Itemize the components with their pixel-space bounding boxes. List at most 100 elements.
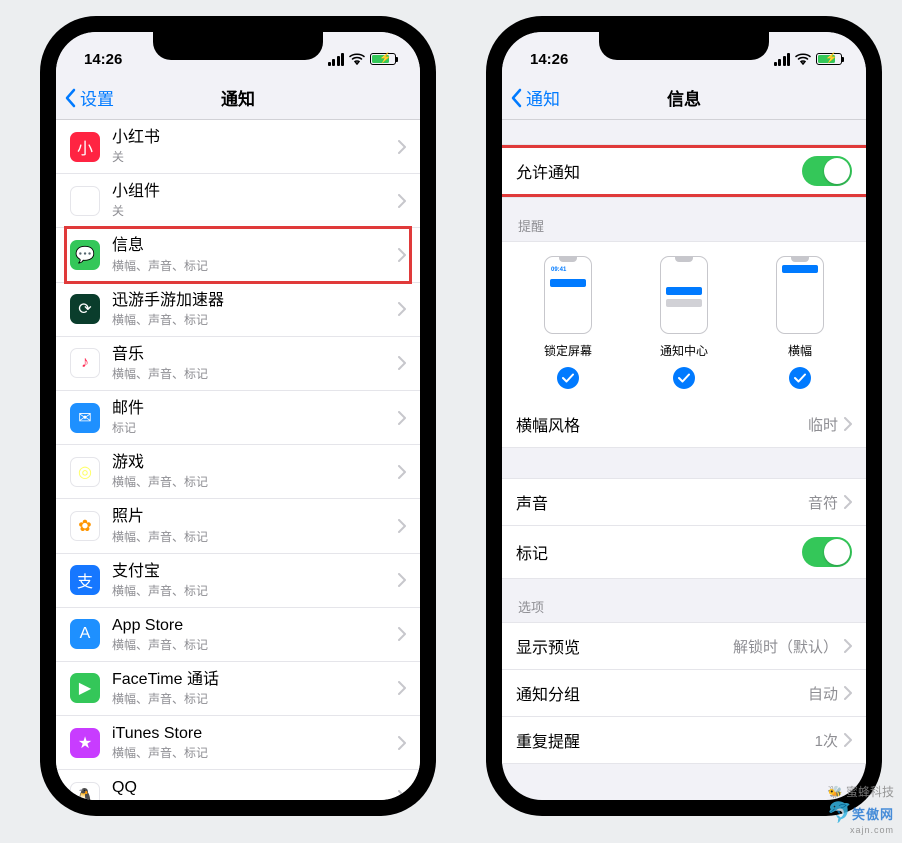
chevron-right-icon [398, 790, 406, 800]
app-notification-row[interactable]: ◎游戏横幅、声音、标记 [56, 445, 420, 499]
chevron-right-icon [844, 733, 852, 747]
app-notification-row[interactable]: ⟳迅游手游加速器横幅、声音、标记 [56, 283, 420, 337]
app-notification-summary: 标记 [112, 419, 392, 436]
repeat-alerts-value: 1次 [815, 730, 838, 751]
chevron-right-icon [844, 639, 852, 653]
phone-frame-left: 14:26 ⚡ 设置 通知 小小红书关▥小组件关💬信息横幅、声音、标记⟳迅游手游… [40, 16, 436, 816]
banner-style-label: 横幅风格 [516, 412, 808, 436]
messages-notification-settings[interactable]: 允许通知 提醒 09:41 锁定屏幕 [502, 120, 866, 800]
xunyou-icon: ⟳ [70, 294, 100, 324]
chevron-right-icon [398, 627, 406, 641]
nav-bar: 设置 通知 [56, 76, 420, 120]
alipay-icon: 支 [70, 565, 100, 595]
app-notification-summary: 横幅、声音、标记 [112, 582, 392, 599]
notch [599, 32, 769, 60]
app-notification-row[interactable]: ♪音乐横幅、声音、标记 [56, 337, 420, 391]
chevron-right-icon [398, 411, 406, 425]
chevron-right-icon [844, 686, 852, 700]
back-button[interactable]: 通知 [510, 76, 560, 119]
options-section-header: 选项 [502, 579, 866, 622]
app-notification-row[interactable]: ✉ 邮件标记 [56, 391, 420, 445]
watermark: 🐝 蜜蜂科技 🐬笑傲网 xajn.com [827, 783, 894, 835]
screen-left: 14:26 ⚡ 设置 通知 小小红书关▥小组件关💬信息横幅、声音、标记⟳迅游手游… [56, 32, 420, 800]
check-icon [789, 367, 811, 389]
app-notification-row[interactable]: 小小红书关 [56, 120, 420, 174]
app-notification-row[interactable]: 支支付宝横幅、声音、标记 [56, 554, 420, 608]
app-notification-summary: 关 [112, 202, 392, 219]
app-notification-row[interactable]: A App Store横幅、声音、标记 [56, 608, 420, 662]
app-name: 照片 [112, 507, 392, 526]
messages-icon: 💬 [70, 240, 100, 270]
notch [153, 32, 323, 60]
alert-label: 通知中心 [660, 342, 708, 359]
chevron-right-icon [844, 417, 852, 431]
notification-center-mock-icon [660, 256, 708, 334]
app-notification-row[interactable]: 💬信息横幅、声音、标记 [56, 228, 420, 282]
lockscreen-mock-icon: 09:41 [544, 256, 592, 334]
app-notification-summary: 横幅、声音、标记 [112, 636, 392, 653]
app-notification-row[interactable]: ▥ 小组件关 [56, 174, 420, 228]
page-title: 信息 [667, 85, 701, 110]
app-notification-summary: 横幅、声音、标记 [112, 311, 392, 328]
nav-bar: 通知 信息 [502, 76, 866, 120]
banner-style-value: 临时 [808, 414, 838, 435]
app-name: 小红书 [112, 128, 392, 147]
badge-toggle[interactable] [802, 537, 852, 567]
alert-lockscreen[interactable]: 09:41 锁定屏幕 [544, 256, 592, 389]
show-previews-row[interactable]: 显示预览 解锁时（默认） [502, 622, 866, 670]
show-previews-label: 显示预览 [516, 634, 733, 658]
app-notification-row[interactable]: ✿照片横幅、声音、标记 [56, 499, 420, 553]
sound-value: 音符 [808, 492, 838, 513]
alert-banners[interactable]: 横幅 [776, 256, 824, 389]
app-name: 游戏 [112, 453, 392, 472]
app-notification-summary: 横幅、声音、标记 [112, 257, 392, 274]
status-time: 14:26 [530, 51, 568, 68]
repeat-alerts-label: 重复提醒 [516, 728, 815, 752]
status-time: 14:26 [84, 51, 122, 68]
badge-row[interactable]: 标记 [502, 526, 866, 579]
notification-grouping-row[interactable]: 通知分组 自动 [502, 670, 866, 717]
phone-frame-right: 14:26 ⚡ 通知 信息 允许通知 提醒 [486, 16, 882, 816]
battery-icon: ⚡ [370, 53, 396, 65]
app-notification-row[interactable]: ★iTunes Store横幅、声音、标记 [56, 716, 420, 770]
badge-label: 标记 [516, 540, 802, 564]
app-name: 小组件 [112, 182, 392, 201]
chevron-right-icon [398, 465, 406, 479]
gamecenter-icon: ◎ [70, 457, 100, 487]
sound-label: 声音 [516, 490, 808, 514]
widgets-icon: ▥ [70, 186, 100, 216]
signal-icon [774, 53, 791, 66]
app-notification-summary: 关 [112, 148, 392, 165]
app-name: 邮件 [112, 399, 392, 418]
app-notification-summary: 横幅、声音、标记 [112, 690, 392, 707]
check-icon [557, 367, 579, 389]
notification-settings-list[interactable]: 小小红书关▥小组件关💬信息横幅、声音、标记⟳迅游手游加速器横幅、声音、标记♪音乐… [56, 120, 420, 800]
sound-row[interactable]: 声音 音符 [502, 478, 866, 526]
page-title: 通知 [221, 85, 255, 110]
app-name: FaceTime 通话 [112, 670, 392, 689]
app-notification-row[interactable]: 🐧QQ横幅、声音、标记 [56, 770, 420, 800]
chevron-right-icon [398, 573, 406, 587]
allow-notifications-toggle[interactable] [802, 156, 852, 186]
battery-icon: ⚡ [816, 53, 842, 65]
chevron-right-icon [398, 519, 406, 533]
app-notification-row[interactable]: ▶FaceTime 通话横幅、声音、标记 [56, 662, 420, 716]
alert-label: 锁定屏幕 [544, 342, 592, 359]
back-button[interactable]: 设置 [64, 76, 114, 119]
appstore-icon: A [70, 619, 100, 649]
wifi-icon [349, 53, 365, 65]
banner-style-row[interactable]: 横幅风格 临时 [502, 401, 866, 448]
app-name: 音乐 [112, 345, 392, 364]
app-name: QQ [112, 778, 392, 797]
allow-notifications-row[interactable]: 允许通知 [502, 144, 866, 198]
mail-icon: ✉ [70, 403, 100, 433]
allow-notifications-label: 允许通知 [516, 159, 802, 183]
signal-icon [328, 53, 345, 66]
app-notification-summary: 横幅、声音、标记 [112, 744, 392, 761]
grouping-value: 自动 [808, 683, 838, 704]
alert-notification-center[interactable]: 通知中心 [660, 256, 708, 389]
show-previews-value: 解锁时（默认） [733, 636, 838, 657]
app-name: App Store [112, 616, 392, 635]
chevron-right-icon [398, 140, 406, 154]
repeat-alerts-row[interactable]: 重复提醒 1次 [502, 717, 866, 764]
